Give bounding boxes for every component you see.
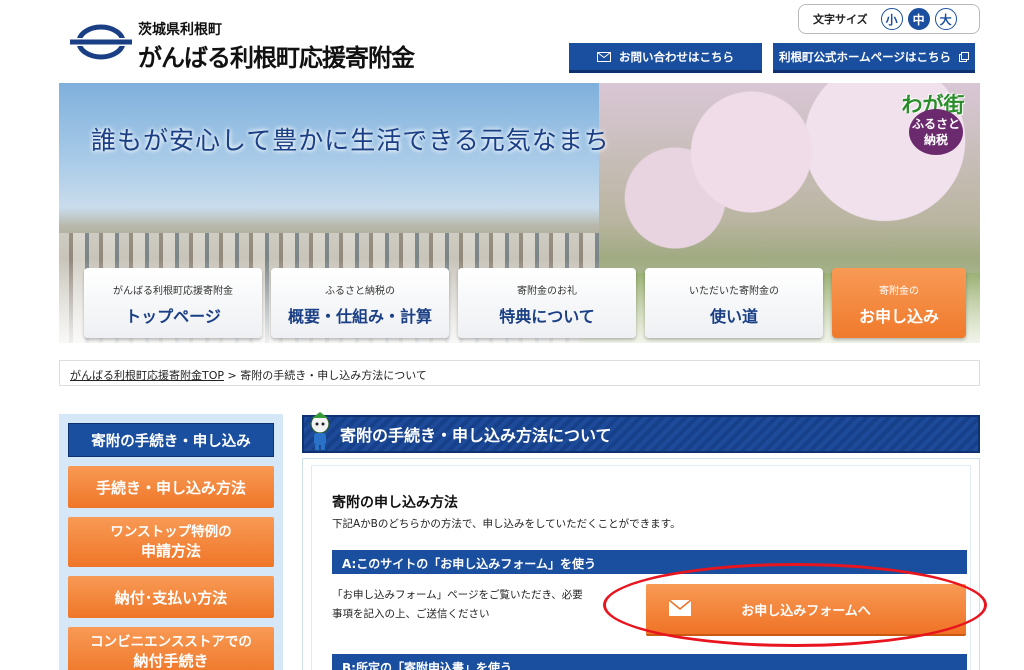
content-panel: 寄附の申し込み方法 下記AかBのどちらかの方法で、申し込みをしていただくことがで…	[311, 465, 971, 670]
badge-line-3: 納税	[923, 133, 948, 147]
nav-tab-main: トップページ	[125, 307, 221, 326]
sidebar-item-payment[interactable]: 納付･支払い方法	[68, 576, 274, 618]
contact-button-label: お問い合わせはこちら	[619, 49, 734, 64]
nav-tab-sub: がんばる利根町応援寄附金	[113, 286, 233, 297]
breadcrumb-home-link[interactable]: がんばる利根町応援寄附金TOP	[70, 369, 224, 382]
sidebar-item-label: 納付手続き	[133, 652, 209, 670]
sidebar-item-label: 納付･支払い方法	[114, 588, 228, 607]
nav-tab-sub: いただいた寄附金の	[689, 286, 779, 297]
option-a-desc-line: 事項を記入の上、ご送信ください	[332, 608, 490, 620]
nav-tab-benefits[interactable]: 寄附金のお礼 特典について	[458, 268, 636, 338]
nav-tab-main: 使い道	[709, 307, 758, 326]
sidebar-item-label: ワンストップ特例の	[110, 524, 232, 540]
sidebar: 寄附の手続き・申し込み 手続き・申し込み方法 ワンストップ特例の 申請方法 納付…	[59, 414, 283, 670]
page-title-bar: 寄附の手続き・申し込み方法について	[302, 415, 980, 453]
mascot-icon	[310, 412, 330, 450]
envelope-icon	[668, 599, 692, 616]
page-title: 寄附の手続き・申し込み方法について	[340, 426, 612, 445]
nav-tab-usage[interactable]: いただいた寄附金の 使い道	[645, 268, 823, 338]
external-link-icon	[958, 51, 969, 62]
font-size-medium-button[interactable]: 中	[907, 8, 930, 30]
site-title[interactable]: がんばる利根町応援寄附金	[138, 38, 415, 73]
sidebar-heading[interactable]: 寄附の手続き・申し込み	[68, 423, 274, 457]
sidebar-item-label: コンビニエンスストアでの	[90, 634, 252, 650]
font-size-large-button[interactable]: 大	[934, 8, 957, 30]
sidebar-item-label: 申請方法	[140, 542, 201, 560]
prefecture-name: 茨城県利根町	[138, 22, 222, 38]
font-size-label: 文字サイズ	[813, 13, 868, 26]
nav-tab-main: 概要・仕組み・計算	[287, 307, 432, 326]
option-a-heading: A:このサイトの「お申し込みフォーム」を使う	[332, 550, 967, 574]
option-b-heading: B:所定の「寄附申込書」を使う	[332, 654, 967, 670]
town-logo-icon[interactable]	[70, 22, 132, 62]
hero-slogan: 誰もが安心して豊かに生活できる元気なまち	[91, 126, 610, 155]
official-site-button-label: 利根町公式ホームページはこちら	[779, 49, 951, 64]
nav-tab-apply[interactable]: 寄附金の お申し込み	[832, 268, 966, 338]
main-content: 寄附の申し込み方法 下記AかBのどちらかの方法で、申し込みをしていただくことがで…	[302, 458, 980, 670]
furusato-tax-badge: わが街 ふるさと 納税	[897, 87, 969, 155]
badge-circle: ふるさと 納税	[909, 109, 963, 155]
option-a-desc-line: 「お申し込みフォーム」ページをご覧いただき、必要	[332, 589, 583, 601]
nav-tab-overview[interactable]: ふるさと納税の 概要・仕組み・計算	[271, 268, 449, 338]
mail-icon	[597, 51, 611, 62]
nav-tab-top[interactable]: がんばる利根町応援寄附金 トップページ	[84, 268, 262, 338]
nav-tab-sub: 寄附金の	[879, 286, 919, 297]
badge-line-2: ふるさと	[911, 117, 960, 131]
application-form-button-label: お申し込みフォームへ	[741, 603, 871, 619]
main-nav: がんばる利根町応援寄附金 トップページ ふるさと納税の 概要・仕組み・計算 寄附…	[84, 268, 966, 338]
sidebar-item-label: 手続き・申し込み方法	[95, 478, 246, 497]
sidebar-item-one-stop[interactable]: ワンストップ特例の 申請方法	[68, 517, 274, 567]
nav-tab-main: 特典について	[499, 307, 595, 326]
nav-tab-sub: 寄附金のお礼	[517, 286, 577, 297]
sidebar-item-procedure[interactable]: 手続き・申し込み方法	[68, 466, 274, 508]
breadcrumb-separator: >	[227, 369, 237, 382]
nav-tab-main: お申し込み	[858, 307, 939, 326]
application-form-button[interactable]: お申し込みフォームへ	[646, 584, 966, 634]
section-title: 寄附の申し込み方法	[332, 495, 458, 511]
option-a-description: 「お申し込みフォーム」ページをご覧いただき、必要 事項を記入の上、ご送信ください	[332, 586, 602, 624]
font-size-switcher: 文字サイズ 小 中 大	[798, 4, 980, 34]
sidebar-item-convenience-store[interactable]: コンビニエンスストアでの 納付手続き	[68, 627, 274, 670]
nav-tab-sub: ふるさと納税の	[325, 286, 395, 297]
official-site-button[interactable]: 利根町公式ホームページはこちら	[773, 43, 975, 73]
font-size-small-button[interactable]: 小	[880, 8, 903, 30]
breadcrumb-current: 寄附の手続き・申し込み方法について	[240, 369, 427, 382]
breadcrumb: がんばる利根町応援寄附金TOP > 寄附の手続き・申し込み方法について	[59, 360, 980, 386]
section-description: 下記AかBのどちらかの方法で、申し込みをしていただくことができます。	[332, 518, 681, 530]
contact-button[interactable]: お問い合わせはこちら	[569, 43, 762, 73]
